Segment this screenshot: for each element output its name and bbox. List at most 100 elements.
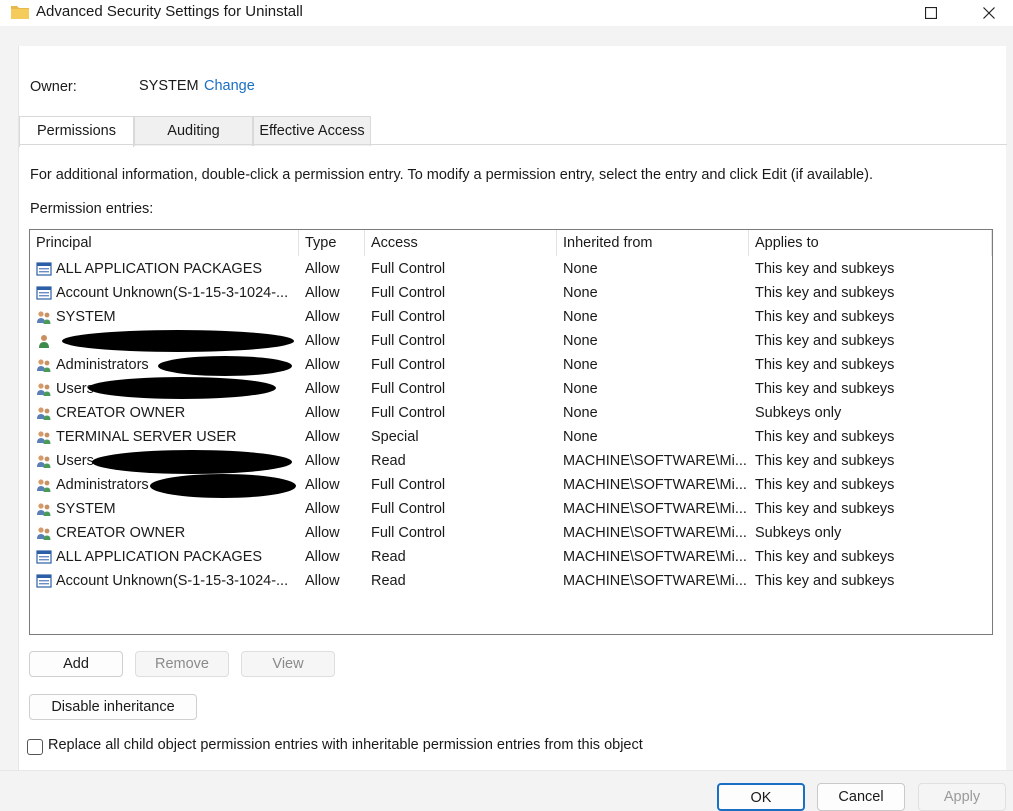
replace-entries-label: Replace all child object permission entr…: [48, 737, 643, 753]
dialog-client: Owner: SYSTEM Change Permissions Auditin…: [18, 46, 1007, 796]
redaction-mark: [88, 377, 276, 399]
cell-inherited-from: MACHINE\SOFTWARE\Mi...: [563, 573, 747, 589]
redaction-mark: [150, 474, 296, 498]
cell-type: Allow: [305, 477, 340, 493]
group-icon: [37, 311, 51, 324]
permission-entries-list[interactable]: Principal Type Access Inherited from App…: [29, 229, 993, 635]
replace-entries-checkbox[interactable]: [27, 739, 43, 755]
cell-type: Allow: [305, 429, 340, 445]
group-icon: [37, 455, 51, 468]
cancel-button[interactable]: Cancel: [817, 783, 905, 811]
cell-applies-to: This key and subkeys: [755, 333, 895, 349]
group-icon: [37, 431, 51, 444]
cell-applies-to: This key and subkeys: [755, 573, 895, 589]
cell-principal: SYSTEM: [56, 309, 116, 325]
cell-applies-to: Subkeys only: [755, 525, 842, 541]
tab-auditing[interactable]: Auditing: [134, 116, 253, 146]
cell-principal: SYSTEM: [56, 501, 116, 517]
table-row[interactable]: CREATOR OWNER Allow Full Control MACHINE\SO…: [30, 521, 992, 545]
permission-entries-label: Permission entries:: [30, 201, 154, 217]
group-icon: [37, 479, 51, 492]
cell-applies-to: This key and subkeys: [755, 501, 895, 517]
change-owner-link[interactable]: Change: [204, 78, 255, 94]
cell-type: Allow: [305, 381, 340, 397]
user-icon: [39, 335, 49, 348]
cell-principal: CREATOR OWNER: [56, 405, 186, 421]
table-row[interactable]: SYSTEM Allow Full Control MACHINE\SOFTWARE\…: [30, 497, 992, 521]
close-icon: [983, 7, 995, 19]
app-package-icon: [36, 286, 52, 300]
app-package-icon: [36, 262, 52, 276]
cell-inherited-from: None: [563, 405, 598, 421]
group-icon: [37, 383, 51, 396]
cell-access: Read: [371, 573, 406, 589]
cell-applies-to: This key and subkeys: [755, 357, 895, 373]
table-row[interactable]: Account Unknown(S-1-15-3-1024-... Allow Fu…: [30, 281, 992, 305]
cell-applies-to: This key and subkeys: [755, 309, 895, 325]
table-row[interactable]: ALL APPLICATION PACKAGES Allow Full Contro…: [30, 257, 992, 281]
cell-type: Allow: [305, 261, 340, 277]
maximize-icon: [925, 7, 937, 19]
app-package-icon: [36, 550, 52, 564]
column-header-inherited-from[interactable]: Inherited from: [557, 230, 749, 256]
dialog-footer: OK Cancel Apply: [0, 770, 1013, 811]
cell-access: Special: [371, 429, 419, 445]
column-header-applies-to[interactable]: Applies to: [749, 230, 992, 256]
tab-effective-access[interactable]: Effective Access: [253, 116, 371, 146]
maximize-button[interactable]: [908, 0, 954, 26]
cell-type: Allow: [305, 333, 340, 349]
table-row[interactable]: TERMINAL SERVER USER Allow Special None This…: [30, 425, 992, 449]
cell-applies-to: This key and subkeys: [755, 429, 895, 445]
apply-button[interactable]: Apply: [918, 783, 1006, 811]
cell-principal: Account Unknown(S-1-15-3-1024-...: [56, 573, 289, 589]
cell-inherited-from: MACHINE\SOFTWARE\Mi...: [563, 453, 747, 469]
cell-inherited-from: MACHINE\SOFTWARE\Mi...: [563, 477, 747, 493]
cell-inherited-from: None: [563, 333, 598, 349]
view-button[interactable]: View: [241, 651, 335, 677]
cell-principal: Account Unknown(S-1-15-3-1024-...: [56, 285, 289, 301]
table-row[interactable]: SYSTEM Allow Full Control None This key and …: [30, 305, 992, 329]
table-row[interactable]: CREATOR OWNER Allow Full Control None Subkey…: [30, 401, 992, 425]
group-icon: [37, 503, 51, 516]
cell-type: Allow: [305, 453, 340, 469]
cell-access: Full Control: [371, 309, 446, 325]
cell-principal: ALL APPLICATION PACKAGES: [56, 261, 263, 277]
cell-access: Full Control: [371, 285, 446, 301]
cell-type: Allow: [305, 405, 340, 421]
app-package-icon: [36, 574, 52, 588]
cell-type: Allow: [305, 501, 340, 517]
cell-applies-to: This key and subkeys: [755, 261, 895, 277]
cell-type: Allow: [305, 357, 340, 373]
tab-permissions[interactable]: Permissions: [19, 116, 134, 147]
cell-inherited-from: MACHINE\SOFTWARE\Mi...: [563, 501, 747, 517]
cell-inherited-from: None: [563, 261, 598, 277]
close-button[interactable]: [966, 0, 1012, 26]
redaction-mark: [158, 356, 292, 376]
add-button[interactable]: Add: [29, 651, 123, 677]
group-icon: [37, 359, 51, 372]
cell-access: Read: [371, 453, 406, 469]
group-icon: [37, 407, 51, 420]
window-title: Advanced Security Settings for Uninstall: [36, 3, 303, 20]
cell-inherited-from: None: [563, 381, 598, 397]
column-header-principal[interactable]: Principal: [30, 230, 299, 256]
cell-applies-to: This key and subkeys: [755, 477, 895, 493]
column-header-type[interactable]: Type: [299, 230, 365, 256]
cell-access: Read: [371, 549, 406, 565]
table-row[interactable]: ALL APPLICATION PACKAGES Allow Read MACHINE…: [30, 545, 992, 569]
info-text: For additional information, double-click…: [30, 167, 873, 183]
cell-access: Full Control: [371, 261, 446, 277]
owner-label: Owner:: [30, 79, 77, 95]
redaction-mark: [92, 450, 292, 474]
ok-button[interactable]: OK: [717, 783, 805, 811]
column-header-access[interactable]: Access: [365, 230, 557, 256]
cell-access: Full Control: [371, 477, 446, 493]
cell-principal: TERMINAL SERVER USER: [56, 429, 237, 445]
cell-access: Full Control: [371, 405, 446, 421]
disable-inheritance-button[interactable]: Disable inheritance: [29, 694, 197, 720]
cell-access: Full Control: [371, 525, 446, 541]
table-row[interactable]: Account Unknown(S-1-15-3-1024-... Allow Re…: [30, 569, 992, 593]
cell-inherited-from: MACHINE\SOFTWARE\Mi...: [563, 525, 747, 541]
cell-type: Allow: [305, 573, 340, 589]
remove-button[interactable]: Remove: [135, 651, 229, 677]
